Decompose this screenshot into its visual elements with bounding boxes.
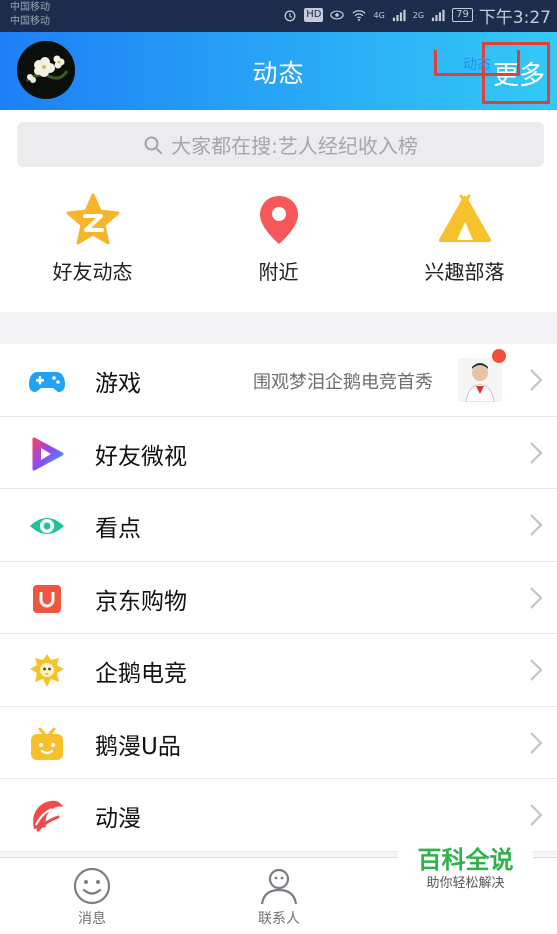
list-item-label: 看点 xyxy=(95,516,141,542)
location-pin-icon xyxy=(259,196,298,244)
tv-box-icon xyxy=(31,727,63,760)
list-item-kandian[interactable]: 看点 xyxy=(0,489,557,562)
quick-item-label: 好友动态 xyxy=(52,260,133,284)
watermark-title: 百科全说 xyxy=(417,846,514,874)
quick-entries: 好友动态 附近 兴趣部落 xyxy=(0,182,557,312)
search-input[interactable]: 大家都在搜:艺人经纪收入榜 xyxy=(17,122,544,167)
quick-item-interest-tribe[interactable]: 兴趣部落 xyxy=(372,192,557,285)
list-item-label: 游戏 xyxy=(95,371,141,397)
watermark-logo: 百科全说 助你轻松解决 xyxy=(398,845,533,905)
quick-item-nearby[interactable]: 附近 xyxy=(186,192,371,285)
list-item-label: 鹅漫U品 xyxy=(95,733,181,760)
battery-indicator: 79 xyxy=(452,8,473,22)
quick-item-friend-feed[interactable]: 好友动态 xyxy=(0,192,185,285)
tab-label: 联系人 xyxy=(258,911,300,927)
notification-dot xyxy=(492,349,506,363)
smile-chat-icon xyxy=(73,867,111,905)
status-icons: HD 4G 2G 79 下午3:27 xyxy=(282,4,551,28)
quick-item-label: 兴趣部落 xyxy=(424,260,505,284)
eye-icon xyxy=(30,518,64,534)
comic-icon xyxy=(33,800,63,832)
signal-icon-2 xyxy=(431,9,445,22)
clock: 下午3:27 xyxy=(478,7,551,28)
tab-label: 消息 xyxy=(78,911,106,927)
alarm-icon xyxy=(284,10,296,22)
list-item-games[interactable]: 游戏 围观梦泪企鹅电竞首秀 xyxy=(0,344,557,417)
chevron-right-icon xyxy=(530,731,543,754)
eye-status-icon xyxy=(330,10,345,20)
search-placeholder: 大家都在搜:艺人经纪收入榜 xyxy=(171,134,418,158)
penguin-esports-icon xyxy=(30,654,64,687)
star-z-icon xyxy=(66,193,119,245)
list-item-jd-shopping[interactable]: 京东购物 xyxy=(0,562,557,634)
chevron-right-icon xyxy=(530,514,543,536)
play-triangle-icon xyxy=(32,437,64,470)
feature-list: 游戏 围观梦泪企鹅电竞首秀 好友微视 看点 京东购物 企鹅电竞 鹅漫U品 动漫 xyxy=(0,344,557,852)
list-item-label: 好友微视 xyxy=(95,443,187,470)
watermark-subtitle: 助你轻松解决 xyxy=(426,876,505,891)
list-item-label: 企鹅电竞 xyxy=(95,661,187,687)
quick-item-label: 附近 xyxy=(258,260,299,284)
status-bar: 中国移动 中国移动 HD 4G 2G 79 下午3:27 xyxy=(0,0,557,32)
tab-label-active: 动态 xyxy=(463,57,491,73)
list-item-subtitle: 围观梦泪企鹅电竞首秀 xyxy=(253,372,433,393)
list-item-eman-upin[interactable]: 鹅漫U品 xyxy=(0,707,557,779)
network-2g-label: 2G xyxy=(412,10,425,20)
chevron-right-icon xyxy=(530,369,543,391)
shopping-bag-icon xyxy=(33,584,61,613)
chevron-right-icon xyxy=(530,659,543,681)
list-item-weishi[interactable]: 好友微视 xyxy=(0,417,557,489)
signal-icon-1 xyxy=(392,9,406,22)
promo-thumbnail xyxy=(458,358,502,402)
chevron-right-icon xyxy=(530,441,543,464)
tab-contacts[interactable]: 联系人 xyxy=(219,866,339,928)
carrier-label-2: 中国移动 xyxy=(10,16,50,27)
list-item-label: 京东购物 xyxy=(95,588,187,615)
list-item-penguin-esports[interactable]: 企鹅电竞 xyxy=(0,634,557,707)
chevron-right-icon xyxy=(530,804,543,826)
carrier-label-1: 中国移动 xyxy=(10,2,50,13)
person-icon xyxy=(260,868,298,905)
network-4g-label: 4G xyxy=(373,10,385,20)
list-item-label: 动漫 xyxy=(95,806,141,832)
tab-messages[interactable]: 消息 xyxy=(32,866,152,928)
chevron-right-icon xyxy=(530,586,543,609)
search-icon xyxy=(144,136,163,154)
hd-badge: HD xyxy=(304,8,324,22)
gamepad-icon xyxy=(29,372,65,392)
list-item-comics[interactable]: 动漫 xyxy=(0,779,557,852)
tent-icon xyxy=(438,194,491,242)
wifi-icon xyxy=(352,10,367,21)
search-area: 大家都在搜:艺人经纪收入榜 xyxy=(0,110,557,182)
